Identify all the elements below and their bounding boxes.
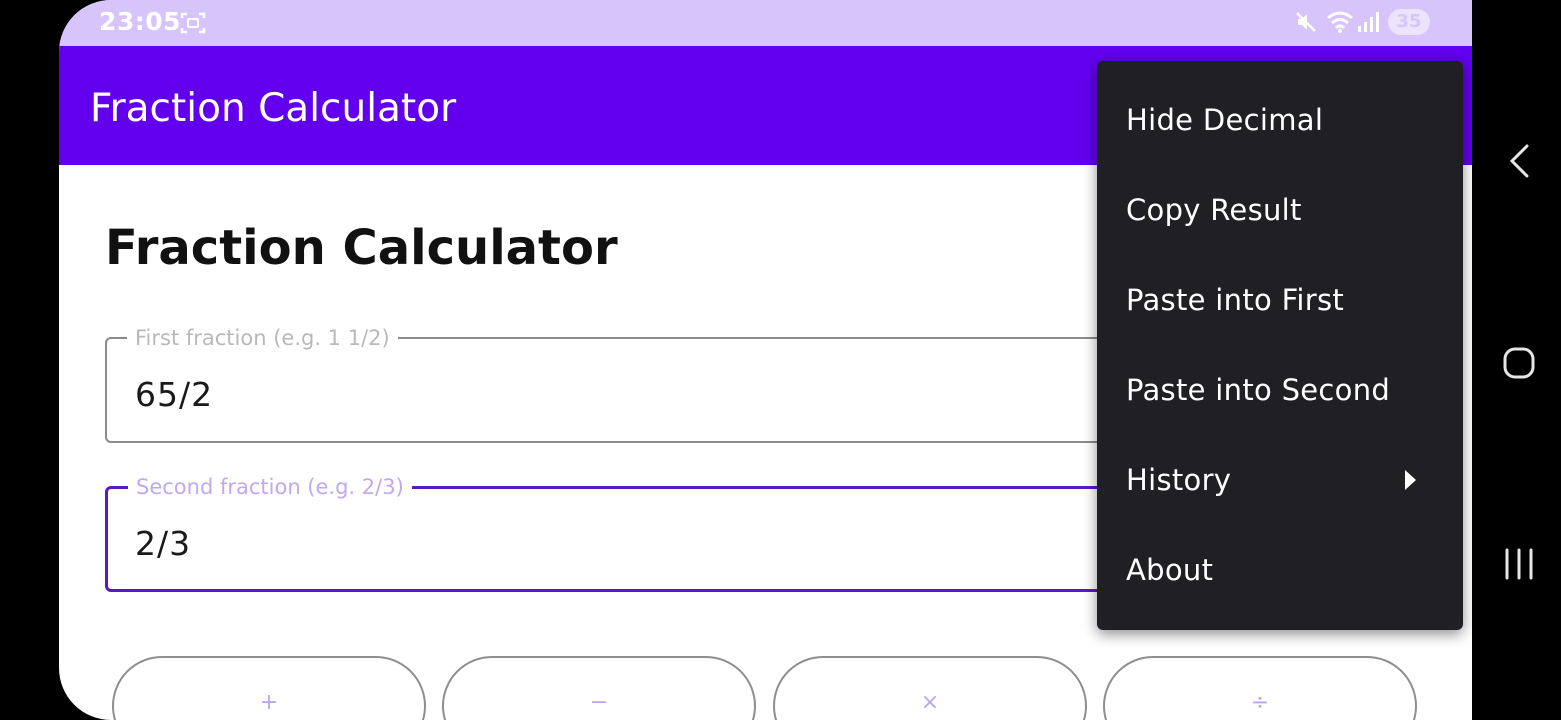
wifi-icon bbox=[1326, 10, 1354, 39]
first-fraction-label: First fraction (e.g. 1 1/2) bbox=[127, 326, 398, 350]
divide-button[interactable]: ÷ bbox=[1103, 656, 1417, 720]
second-fraction-field[interactable]: Second fraction (e.g. 2/3) 2/3 bbox=[105, 475, 1205, 592]
submenu-arrow-icon bbox=[1405, 470, 1416, 490]
second-fraction-value: 2/3 bbox=[135, 524, 192, 563]
page-title: Fraction Calculator bbox=[105, 220, 618, 276]
app-bar-title: Fraction Calculator bbox=[90, 86, 457, 131]
mute-icon bbox=[1294, 10, 1318, 39]
subtract-button[interactable]: − bbox=[442, 656, 756, 720]
second-fraction-label: Second fraction (e.g. 2/3) bbox=[128, 475, 412, 499]
menu-item-label: History bbox=[1126, 463, 1232, 497]
battery-icon: 35 bbox=[1388, 9, 1430, 35]
first-fraction-value: 65/2 bbox=[135, 375, 214, 414]
menu-item-paste-second[interactable]: Paste into Second bbox=[1097, 346, 1463, 436]
menu-item-label: Paste into First bbox=[1126, 283, 1345, 317]
menu-item-label: About bbox=[1126, 553, 1214, 587]
first-fraction-field[interactable]: First fraction (e.g. 1 1/2) 65/2 bbox=[105, 326, 1205, 443]
status-bar: 23:05 35 bbox=[59, 0, 1472, 46]
menu-item-paste-first[interactable]: Paste into First bbox=[1097, 256, 1463, 346]
menu-item-label: Copy Result bbox=[1126, 193, 1302, 227]
multiply-button[interactable]: × bbox=[773, 656, 1087, 720]
menu-item-history[interactable]: History bbox=[1097, 436, 1463, 526]
back-icon[interactable] bbox=[1505, 143, 1533, 184]
menu-item-label: Paste into Second bbox=[1126, 373, 1391, 407]
menu-item-hide-decimal[interactable]: Hide Decimal bbox=[1097, 76, 1463, 166]
recents-icon[interactable] bbox=[1503, 547, 1535, 586]
signal-icon bbox=[1356, 10, 1380, 39]
screenshot-icon bbox=[180, 11, 206, 40]
add-button[interactable]: + bbox=[112, 656, 426, 720]
status-time: 23:05 bbox=[99, 7, 182, 36]
overflow-menu: Hide Decimal Copy Result Paste into Firs… bbox=[1097, 61, 1463, 630]
menu-item-label: Hide Decimal bbox=[1126, 103, 1324, 137]
home-icon[interactable] bbox=[1502, 346, 1536, 385]
menu-item-copy-result[interactable]: Copy Result bbox=[1097, 166, 1463, 256]
menu-item-about[interactable]: About bbox=[1097, 526, 1463, 616]
